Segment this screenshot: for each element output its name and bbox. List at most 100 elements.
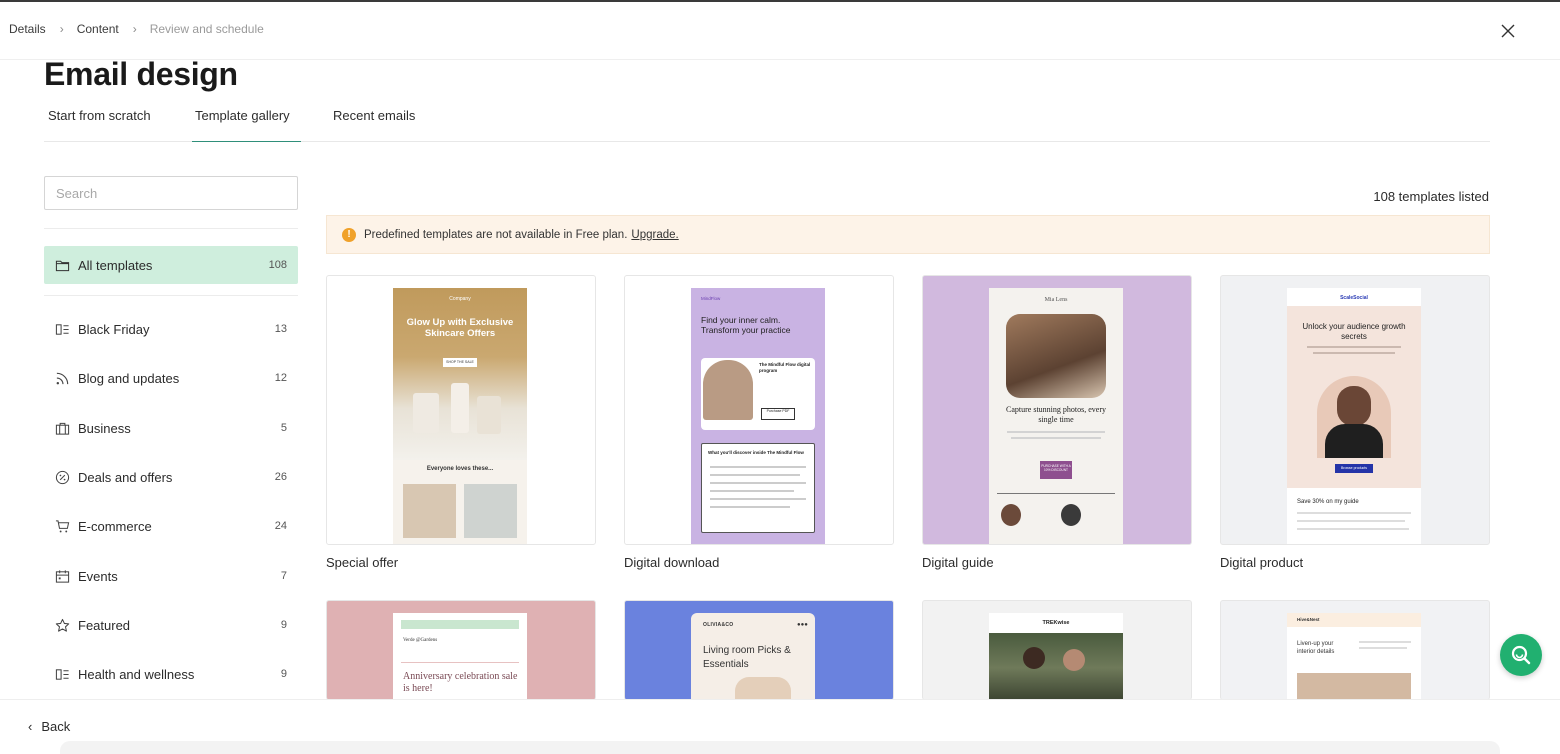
percent-badge-icon xyxy=(54,469,70,485)
close-icon[interactable] xyxy=(1499,22,1517,40)
preview-headline: Capture stunning photos, every single ti… xyxy=(1006,405,1106,424)
cart-icon xyxy=(54,518,70,534)
preview-brand: Hive&Nest xyxy=(1297,617,1320,622)
chevron-left-icon: ‹ xyxy=(28,719,33,734)
preview-cta: SHOP THE SALE xyxy=(443,358,477,367)
bottle-shape xyxy=(451,383,469,433)
breadcrumb-content[interactable]: Content xyxy=(77,22,119,36)
preview-cta: Purchase PDF xyxy=(761,408,795,420)
back-button[interactable]: ‹ Back xyxy=(28,719,70,734)
breadcrumb-review[interactable]: Review and schedule xyxy=(150,22,264,36)
preview-cta: Browse products xyxy=(1335,464,1373,473)
bottom-panel-edge xyxy=(60,741,1500,754)
breadcrumb: Details › Content › Review and schedule xyxy=(9,22,264,36)
product-panel: The Mindful Flow digital program Purchas… xyxy=(701,358,815,430)
interior-photo xyxy=(1297,673,1411,700)
template-preview: OLIVIA&CO ●●● Living room Picks & Essent… xyxy=(691,613,815,700)
template-preview: TREKwise xyxy=(989,613,1123,700)
text-line xyxy=(710,466,806,468)
template-card-anniversary[interactable]: Verde @Gardens Anniversary celebration s… xyxy=(326,600,596,700)
preview-brand: Company xyxy=(449,296,471,302)
star-icon xyxy=(54,617,70,633)
text-line xyxy=(710,498,806,500)
category-count: 9 xyxy=(280,668,287,680)
text-line xyxy=(710,490,794,492)
category-label: Health and wellness xyxy=(78,666,195,682)
preview-headline: Unlock your audience growth secrets xyxy=(1302,322,1406,341)
category-label: Black Friday xyxy=(78,321,150,337)
category-count: 12 xyxy=(274,372,287,384)
text-line xyxy=(1307,346,1401,348)
category-e-commerce[interactable]: E-commerce 24 xyxy=(44,507,298,545)
furniture-photo xyxy=(735,677,791,700)
preview-product: The Mindful Flow digital program xyxy=(759,362,811,373)
template-card-living-room[interactable]: OLIVIA&CO ●●● Living room Picks & Essent… xyxy=(624,600,894,700)
chevron-right-icon: › xyxy=(59,22,64,36)
feature-list-panel: What you'll discover inside The Mindful … xyxy=(701,443,815,533)
category-business[interactable]: Business 5 xyxy=(44,409,298,447)
upgrade-link[interactable]: Upgrade. xyxy=(631,229,678,241)
breadcrumb-details[interactable]: Details xyxy=(9,22,46,36)
magnifier-icon xyxy=(1511,645,1531,665)
category-count: 5 xyxy=(280,422,287,434)
category-blog-and-updates[interactable]: Blog and updates 12 xyxy=(44,359,298,397)
folder-icon xyxy=(54,257,70,273)
template-card-trek[interactable]: TREKwise xyxy=(922,600,1192,700)
portrait-frame xyxy=(1317,376,1391,458)
category-black-friday[interactable]: Black Friday 13 xyxy=(44,310,298,348)
template-label: Digital product xyxy=(1220,555,1304,570)
template-label: Digital download xyxy=(624,555,720,570)
yoga-photo xyxy=(703,360,753,420)
preview-brand: OLIVIA&CO xyxy=(703,622,734,628)
photographer-photo xyxy=(1006,314,1106,398)
chevron-right-icon: › xyxy=(132,22,137,36)
dots-icon: ●●● xyxy=(797,622,808,628)
search-chat-fab[interactable] xyxy=(1500,634,1542,676)
template-preview: Mia Lens Capture stunning photos, every … xyxy=(989,288,1123,544)
template-preview: Verde @Gardens Anniversary celebration s… xyxy=(393,613,527,700)
tab-template-gallery[interactable]: Template gallery xyxy=(192,108,301,142)
category-label: Blog and updates xyxy=(78,370,180,386)
banner xyxy=(401,620,519,629)
notice-text: Predefined templates are not available i… xyxy=(364,228,628,241)
tab-start-from-scratch[interactable]: Start from scratch xyxy=(45,108,154,142)
avatar xyxy=(1061,504,1081,526)
text-line xyxy=(1297,520,1405,522)
preview-brand: MindFlow xyxy=(701,296,721,301)
avatar xyxy=(1001,504,1021,526)
product-thumb xyxy=(403,484,456,538)
template-card-digital-download[interactable]: MindFlow Find your inner calm. Transform… xyxy=(624,275,894,545)
text-line xyxy=(1359,641,1411,643)
tab-bar: Start from scratch Template gallery Rece… xyxy=(44,100,1490,142)
template-card-digital-product[interactable]: ScaleSocial Unlock your audience growth … xyxy=(1220,275,1490,545)
tab-recent-emails[interactable]: Recent emails xyxy=(330,108,418,142)
text-line xyxy=(1359,647,1407,649)
text-line xyxy=(1011,437,1101,439)
briefcase-icon xyxy=(54,420,70,436)
text-line xyxy=(1297,528,1409,530)
category-count: 26 xyxy=(274,471,287,483)
category-events[interactable]: Events 7 xyxy=(44,557,298,595)
category-all-templates[interactable]: All templates 108 xyxy=(44,246,298,284)
portrait-photo xyxy=(1337,386,1371,426)
template-card-digital-guide[interactable]: Mia Lens Capture stunning photos, every … xyxy=(922,275,1192,545)
divider-line xyxy=(401,662,519,663)
template-card-interior[interactable]: Hive&Nest Liven-up your interior details xyxy=(1220,600,1490,700)
template-label: Special offer xyxy=(326,555,399,570)
search-input[interactable] xyxy=(44,176,298,210)
page-title: Email design xyxy=(44,56,238,92)
category-deals-and-offers[interactable]: Deals and offers 26 xyxy=(44,458,298,496)
calendar-icon xyxy=(54,568,70,584)
preview-brand: TREKwise xyxy=(1042,620,1070,626)
category-label: Business xyxy=(78,420,131,436)
preview-subhead: Save 30% on my guide xyxy=(1297,499,1359,505)
templates-count: 108 templates listed xyxy=(1373,189,1489,204)
text-line xyxy=(1297,512,1411,514)
template-card-special-offer[interactable]: Company Glow Up with Exclusive Skincare … xyxy=(326,275,596,545)
preview-subhead: Everyone loves these... xyxy=(426,466,494,472)
category-count: 24 xyxy=(274,520,287,532)
top-bar: Details › Content › Review and schedule xyxy=(0,2,1560,60)
preview-headline: Anniversary celebration sale is here! xyxy=(403,671,518,694)
category-health-and-wellness[interactable]: Health and wellness 9 xyxy=(44,655,298,693)
category-featured[interactable]: Featured 9 xyxy=(44,606,298,644)
